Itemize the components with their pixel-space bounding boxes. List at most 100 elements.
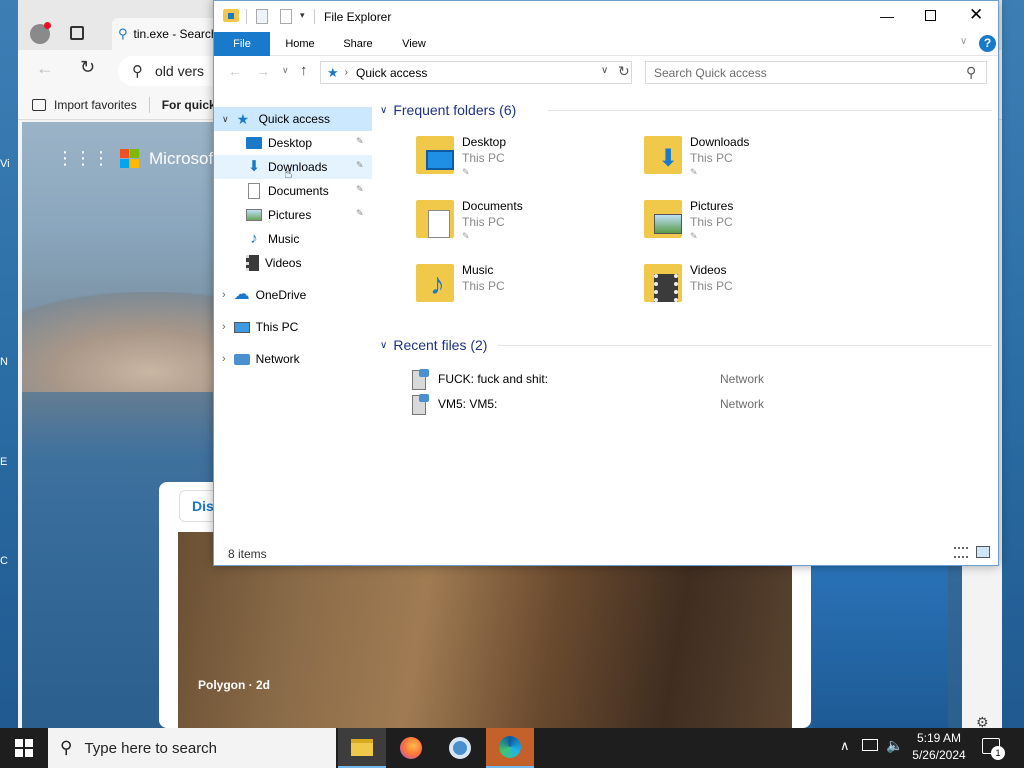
nav-music[interactable]: ♪ Music [214, 227, 372, 251]
profile-icon[interactable] [30, 22, 51, 44]
tab-share[interactable]: Share [334, 32, 382, 56]
folder-tile-desktop[interactable]: Desktop This PC ✎ [414, 134, 634, 190]
nav-desktop[interactable]: Desktop ✎ [214, 131, 372, 155]
music-icon: ♪ [250, 230, 258, 247]
taskbar-search-placeholder: Type here to search [84, 739, 218, 757]
properties-icon[interactable] [256, 9, 268, 24]
desktop-label[interactable]: N [0, 356, 18, 368]
taskbar-firefox[interactable] [387, 728, 435, 768]
tab-actions-icon[interactable] [70, 26, 84, 40]
pictures-folder-icon [642, 198, 686, 244]
ribbon-tabs: File Home Share View ∨ ? [214, 32, 998, 56]
breadcrumb-chevron-icon[interactable]: › [345, 67, 348, 78]
minimize-icon[interactable]: — [880, 8, 894, 24]
windows-logo-icon [15, 739, 33, 757]
show-hidden-icons-icon[interactable]: ∧ [840, 738, 850, 754]
folder-tile-music[interactable]: ♪ Music This PC [414, 262, 634, 318]
nav-network[interactable]: › Network [214, 347, 372, 371]
forward-icon[interactable]: → [256, 63, 270, 79]
recent-file-row[interactable]: FUCK: fuck and shit: Network [410, 368, 970, 390]
maximize-icon[interactable] [925, 10, 936, 21]
file-explorer-icon [351, 738, 373, 756]
clock[interactable]: 5:19 AM 5/26/2024 [906, 730, 972, 766]
address-dropdown-icon[interactable]: ∨ [601, 65, 608, 76]
notification-center-icon[interactable]: 1 [982, 738, 1005, 760]
folder-location: This PC [462, 151, 505, 165]
videos-folder-icon [642, 262, 686, 308]
refresh-icon[interactable]: ↻ [80, 57, 95, 78]
apps-grid-icon[interactable]: ⋮⋮⋮ [56, 148, 110, 169]
folder-name: Music [462, 263, 494, 277]
nav-pictures[interactable]: Pictures ✎ [214, 203, 372, 227]
taskbar: ⚲ Type here to search ∧ 🔈 5:19 AM 5/26/2… [0, 728, 1024, 768]
downloads-icon: ⬇ [247, 158, 261, 175]
pin-icon[interactable]: ✎ [356, 208, 364, 219]
divider [246, 9, 247, 24]
nav-documents[interactable]: Documents ✎ [214, 179, 372, 203]
collapsed-chevron-icon[interactable]: › [222, 353, 226, 365]
folder-tile-pictures[interactable]: Pictures This PC ✎ [642, 198, 862, 254]
collapsed-chevron-icon[interactable]: › [222, 321, 226, 333]
large-icons-view-icon[interactable] [976, 546, 990, 558]
collapsed-chevron-icon[interactable]: › [222, 289, 226, 301]
taskbar-edge[interactable] [486, 728, 534, 768]
network-status-icon[interactable] [862, 739, 878, 751]
close-icon[interactable]: ✕ [969, 5, 983, 25]
taskbar-chrome[interactable] [436, 728, 484, 768]
taskbar-file-explorer[interactable] [338, 728, 386, 768]
breadcrumb-location[interactable]: Quick access [356, 66, 427, 80]
pin-icon[interactable]: ✎ [356, 136, 364, 147]
new-folder-icon[interactable] [280, 9, 292, 24]
nav-this-pc[interactable]: › This PC [214, 315, 372, 339]
pin-icon[interactable]: ✎ [356, 184, 364, 195]
start-button[interactable] [0, 728, 48, 768]
news-photo[interactable] [812, 562, 948, 728]
recent-file-row[interactable]: VM5: VM5: Network [410, 393, 970, 415]
pin-icon[interactable]: ✎ [356, 160, 364, 171]
folder-location: This PC [690, 151, 733, 165]
address-bar[interactable]: ★ › Quick access ∨ ↻ [320, 61, 632, 84]
tab-file[interactable]: File [214, 32, 270, 56]
volume-muted-icon[interactable]: 🔈 [886, 737, 903, 754]
desktop-label[interactable]: E [0, 456, 18, 468]
collapse-chevron-icon[interactable]: ∨ [380, 105, 387, 116]
expand-ribbon-icon[interactable]: ∨ [960, 36, 967, 47]
back-icon[interactable]: ← [228, 63, 242, 79]
details-view-icon[interactable] [954, 547, 968, 558]
folder-name: Documents [462, 199, 523, 213]
customize-quick-access-icon[interactable]: ▾ [300, 10, 305, 21]
nav-label: OneDrive [255, 288, 307, 302]
back-icon[interactable]: ← [36, 58, 54, 79]
up-icon[interactable]: ↑ [300, 62, 308, 79]
browser-tab[interactable]: ⚲ tin.exe - Search [112, 18, 222, 50]
nav-label: Network [255, 352, 300, 366]
file-location: Network [720, 372, 765, 386]
nav-downloads[interactable]: ⬇ Downloads ✎ ☝ [214, 155, 372, 181]
favorite-item[interactable]: For quick [162, 98, 216, 112]
favorite-item[interactable]: Import favorites [54, 98, 137, 112]
folder-tile-videos[interactable]: Videos This PC [642, 262, 862, 318]
nav-videos[interactable]: Videos [214, 251, 372, 275]
folder-tile-downloads[interactable]: ⬇ Downloads This PC ✎ [642, 134, 862, 190]
tab-home[interactable]: Home [276, 32, 324, 56]
file-name: VM5: VM5: [438, 397, 498, 411]
frequent-folders-header[interactable]: ∨ Frequent folders (6) [380, 100, 992, 120]
search-box[interactable]: Search Quick access ⚲ [645, 61, 987, 84]
nav-quick-access[interactable]: ∨ ★ Quick access [214, 107, 372, 131]
documents-icon [248, 183, 260, 199]
chrome-icon [449, 737, 471, 759]
recent-files-header[interactable]: ∨ Recent files (2) [380, 335, 992, 355]
collapse-chevron-icon[interactable]: ∨ [380, 340, 387, 351]
nav-onedrive[interactable]: › ☁ OneDrive [214, 283, 372, 307]
tab-view[interactable]: View [390, 32, 438, 56]
desktop-label[interactable]: Vi [0, 158, 18, 170]
help-icon[interactable]: ? [979, 35, 996, 52]
taskbar-search-box[interactable]: ⚲ Type here to search [48, 728, 336, 768]
desktop-label[interactable]: C [0, 555, 18, 567]
folder-tile-documents[interactable]: Documents This PC ✎ [414, 198, 634, 254]
recent-locations-icon[interactable]: ∨ [282, 65, 289, 76]
expanded-chevron-icon[interactable]: ∨ [222, 114, 229, 125]
refresh-icon[interactable]: ↻ [618, 63, 630, 80]
browser-address-text: old vers [155, 63, 205, 79]
navigation-pane: ∨ ★ Quick access Desktop ✎ ⬇ Downloads ✎… [214, 101, 374, 541]
